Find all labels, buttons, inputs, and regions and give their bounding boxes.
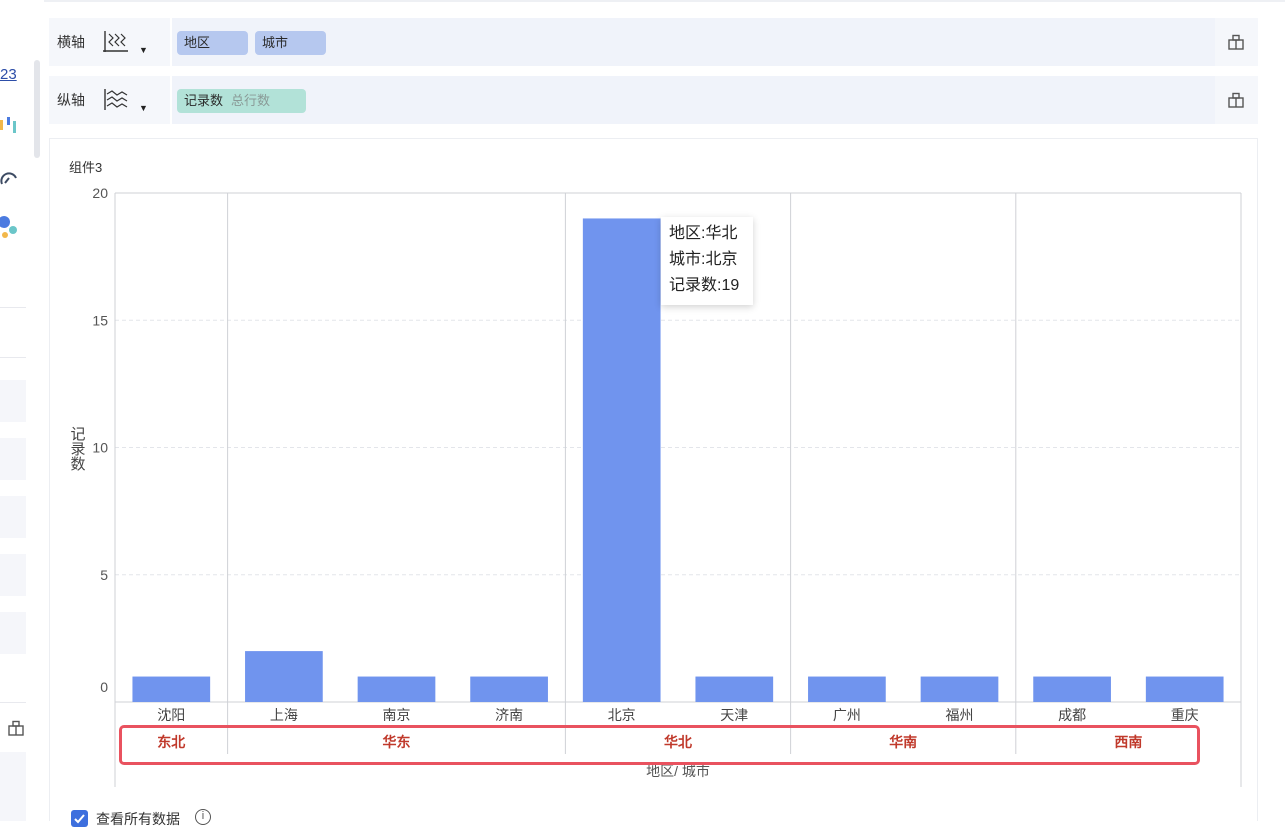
x-axis-drop-zone[interactable]: 地区 城市 bbox=[170, 18, 1215, 66]
group-label-highlight bbox=[119, 725, 1200, 765]
x-axis-config-row: 横轴 ▼ 地区 城市 bbox=[49, 18, 1258, 66]
y-axis-label: 纵轴 bbox=[57, 92, 85, 108]
left-list-item[interactable] bbox=[0, 380, 26, 422]
bar bbox=[808, 676, 886, 702]
x-tick-label: 成都 bbox=[1058, 707, 1086, 723]
y-field-subtitle: 总行数 bbox=[231, 93, 271, 108]
bar bbox=[357, 676, 436, 702]
y-axis-drop-zone[interactable]: 记录数 总行数 bbox=[170, 76, 1215, 124]
bar-chart-type-icon[interactable] bbox=[0, 116, 18, 136]
y-field-name: 记录数 bbox=[184, 93, 224, 108]
x-tick-label: 北京 bbox=[608, 707, 636, 723]
tooltip-line-region: 地区:华北 bbox=[669, 225, 738, 242]
y-axis-dropdown-icon[interactable]: ▼ bbox=[139, 103, 148, 113]
top-border bbox=[44, 0, 1285, 2]
y-axis-title: 记录数 bbox=[70, 426, 85, 473]
x-tick-label: 福州 bbox=[946, 707, 974, 723]
left-divider bbox=[0, 357, 26, 358]
settings-icon bbox=[1228, 92, 1244, 108]
settings-icon bbox=[1228, 34, 1244, 50]
y-axis-config-row: 纵轴 ▼ 记录数 总行数 bbox=[49, 76, 1258, 124]
left-list-item[interactable] bbox=[0, 496, 26, 538]
x-tick-label: 上海 bbox=[270, 707, 298, 723]
axis-ruler-icon[interactable] bbox=[103, 30, 129, 54]
info-icon[interactable]: i bbox=[195, 809, 211, 825]
bar bbox=[1033, 676, 1111, 702]
x-axis-dropdown-icon[interactable]: ▼ bbox=[139, 45, 148, 55]
bar bbox=[245, 651, 323, 702]
x-axis-label: 横轴 bbox=[57, 34, 85, 50]
chart-tooltip: 地区:华北 城市:北京 记录数:19 bbox=[661, 217, 753, 305]
left-scrollbar[interactable] bbox=[34, 60, 40, 158]
bar bbox=[695, 676, 774, 702]
y-field-pill-record-count[interactable]: 记录数 总行数 bbox=[177, 89, 306, 113]
left-list-item[interactable] bbox=[0, 612, 26, 654]
gauge-chart-type-icon[interactable] bbox=[0, 168, 18, 188]
bar bbox=[920, 676, 999, 702]
left-list-item[interactable] bbox=[0, 752, 26, 821]
bar bbox=[582, 218, 661, 702]
x-axis-setting-button[interactable] bbox=[1215, 18, 1258, 66]
left-divider bbox=[0, 702, 26, 703]
left-list-item[interactable] bbox=[0, 554, 26, 596]
y-axis-setting-button[interactable] bbox=[1215, 76, 1258, 124]
tooltip-line-city: 城市:北京 bbox=[669, 251, 738, 268]
view-all-data-checkbox[interactable] bbox=[71, 810, 88, 827]
y-tick-label: 15 bbox=[92, 312, 108, 328]
tooltip-line-count: 记录数:19 bbox=[669, 277, 740, 294]
bar-chart: 05101520东北 华东 华北 华南 西南沈阳 上海 南京 济南 北京 天津 广州 福州 成都 重庆地区… bbox=[70, 185, 1242, 787]
y-tick-label: 10 bbox=[92, 440, 108, 456]
x-field-pill-city[interactable]: 城市 bbox=[255, 31, 326, 55]
x-tick-label: 南京 bbox=[383, 707, 411, 723]
bar bbox=[1145, 676, 1224, 702]
x-axis-title: 地区/ 城市 bbox=[646, 763, 710, 779]
x-tick-label: 沈阳 bbox=[157, 707, 185, 723]
left-partial-label: 23 bbox=[0, 66, 17, 83]
left-divider bbox=[0, 307, 26, 308]
check-icon bbox=[74, 814, 85, 824]
bar bbox=[470, 676, 548, 702]
x-tick-label: 天津 bbox=[720, 707, 748, 723]
bubble-chart-type-icon[interactable] bbox=[0, 214, 18, 240]
settings-icon[interactable] bbox=[8, 720, 24, 736]
x-tick-label: 济南 bbox=[495, 707, 523, 723]
y-tick-label: 20 bbox=[92, 185, 108, 201]
chart-card: 组件3 0 5 10 15 20 东北 华东 华北 华南 西南 沈阳 上海 南京 济南 北京 天津 广州 福州 成都… bbox=[49, 138, 1258, 821]
y-tick-label: 5 bbox=[100, 567, 108, 583]
left-list-item[interactable] bbox=[0, 438, 26, 480]
x-tick-label: 重庆 bbox=[1171, 707, 1199, 723]
view-all-data-label: 查看所有数据 bbox=[96, 811, 180, 827]
y-tick-label: 0 bbox=[100, 679, 108, 695]
x-field-pill-region[interactable]: 地区 bbox=[177, 31, 248, 55]
x-tick-label: 广州 bbox=[833, 707, 861, 723]
bar bbox=[132, 676, 211, 702]
axis-wave-icon[interactable] bbox=[103, 88, 129, 112]
